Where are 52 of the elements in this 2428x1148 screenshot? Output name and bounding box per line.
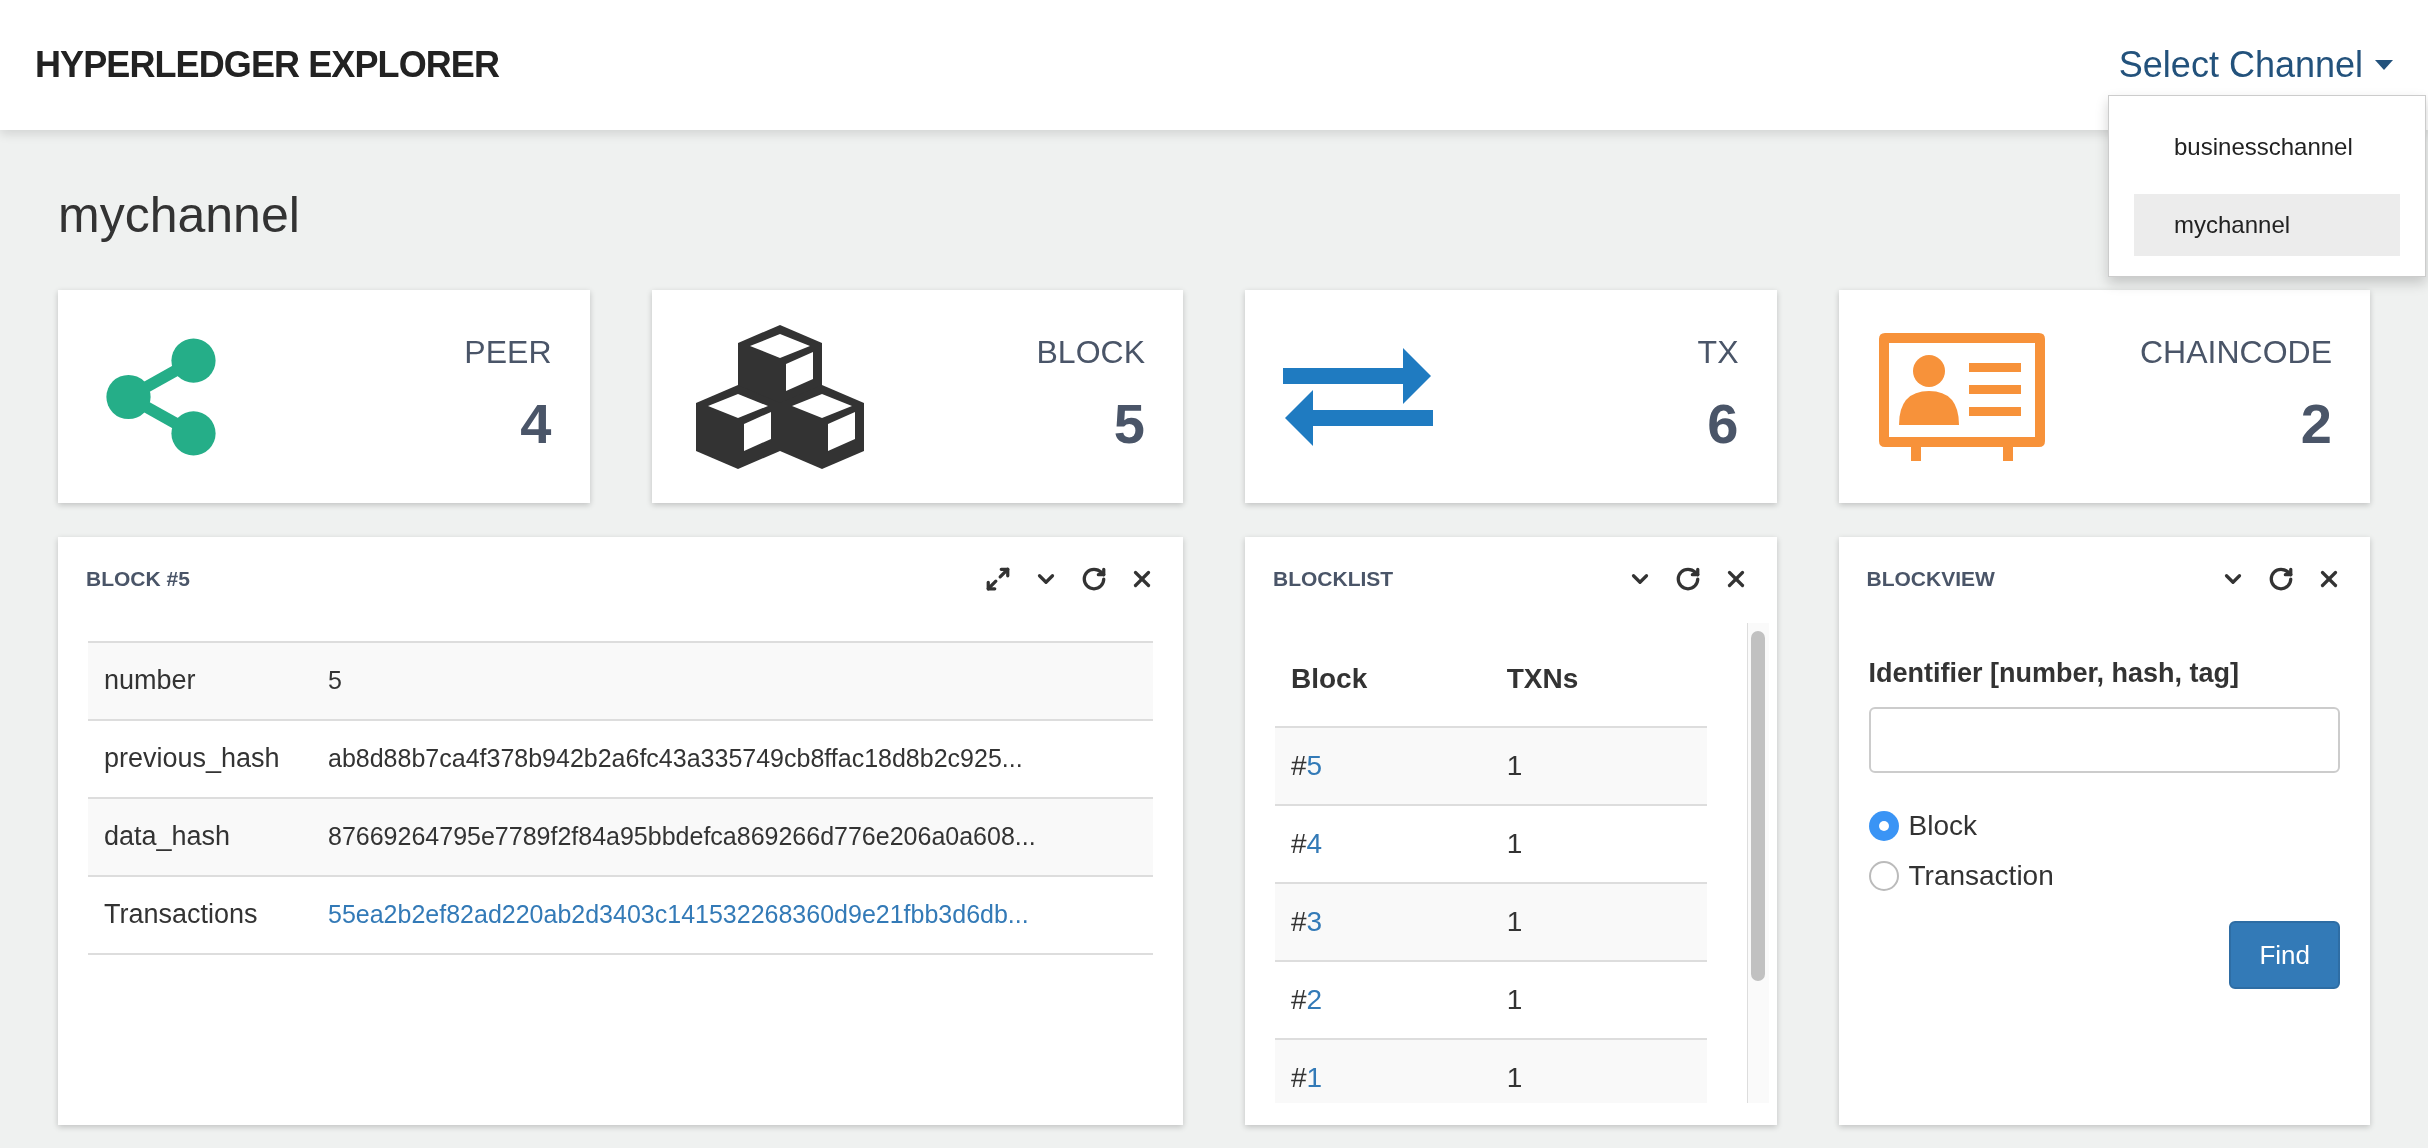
expand-icon[interactable]: [985, 565, 1011, 592]
block-link[interactable]: 4: [1306, 822, 1323, 865]
field-name: Transactions: [103, 898, 259, 932]
field-label: Identifier [number, hash, tag]: [1868, 656, 2241, 690]
field-name: data_hash: [103, 820, 232, 854]
find-button[interactable]: Find: [2229, 921, 2340, 989]
stat-label: TX: [1697, 332, 1739, 372]
block-link[interactable]: 3: [1306, 900, 1323, 943]
transaction-link[interactable]: 55ea2b2ef82ad220ab2d3403c141532268360d9e21fbb3d6db...: [328, 895, 1029, 934]
panel-title: BLOCKLIST: [1273, 566, 1394, 592]
field-value: 87669264795e7789f2f84a95bbdefca869266d776e206a0a608...: [328, 820, 1036, 852]
stat-value: 5: [1113, 390, 1145, 457]
identifier-input[interactable]: [1868, 707, 2340, 773]
stat-label: PEER: [464, 332, 552, 372]
stat-label: BLOCK: [1036, 332, 1145, 372]
refresh-icon[interactable]: [1674, 565, 1701, 592]
panel-title: BLOCK #5: [86, 566, 190, 592]
radio-label: Block: [1908, 809, 1977, 843]
stat-value: 4: [520, 390, 552, 457]
app-title: HYPERLEDGER EXPLORER: [35, 43, 500, 87]
caret-icon: [2375, 60, 2393, 70]
radio-button[interactable]: [1868, 861, 1899, 891]
page-title: mychannel: [58, 185, 300, 245]
txn-count: 1: [1505, 748, 1524, 783]
stat-value: 2: [2300, 390, 2332, 457]
block-link[interactable]: 5: [1306, 744, 1323, 787]
radio-button[interactable]: [1868, 811, 1899, 841]
hash-sign: #: [1291, 982, 1307, 1017]
txn-count: 1: [1505, 826, 1524, 861]
field-value: 5: [328, 664, 342, 696]
field-name: number: [103, 664, 197, 698]
hash-sign: #: [1291, 904, 1307, 939]
refresh-icon[interactable]: [1081, 565, 1107, 592]
stat-value: 6: [1707, 390, 1739, 457]
txn-count: 1: [1505, 982, 1524, 1017]
field-value: ab8d88b7ca4f378b942b2a6fc43a335749cb8ffac18d8b2c925...: [328, 742, 1023, 774]
field-name: previous_hash: [103, 742, 281, 776]
hash-sign: #: [1291, 826, 1307, 861]
channel-option[interactable]: mychannel: [2134, 194, 2400, 256]
refresh-icon[interactable]: [2268, 565, 2294, 592]
hash-sign: #: [1291, 1060, 1307, 1095]
txn-count: 1: [1505, 904, 1524, 939]
block-link[interactable]: 2: [1306, 978, 1323, 1021]
column-header: Block: [1290, 662, 1369, 696]
block-link[interactable]: 1: [1306, 1056, 1323, 1099]
panel-title: BLOCKVIEW: [1866, 566, 1995, 592]
radio-label: Transaction: [1908, 859, 2054, 893]
column-header: TXNs: [1505, 662, 1580, 696]
stat-label: CHAINCODE: [2140, 332, 2332, 372]
txn-count: 1: [1505, 1060, 1524, 1095]
channel-select[interactable]: Select Channel: [2118, 38, 2393, 92]
hash-sign: #: [1291, 748, 1307, 783]
